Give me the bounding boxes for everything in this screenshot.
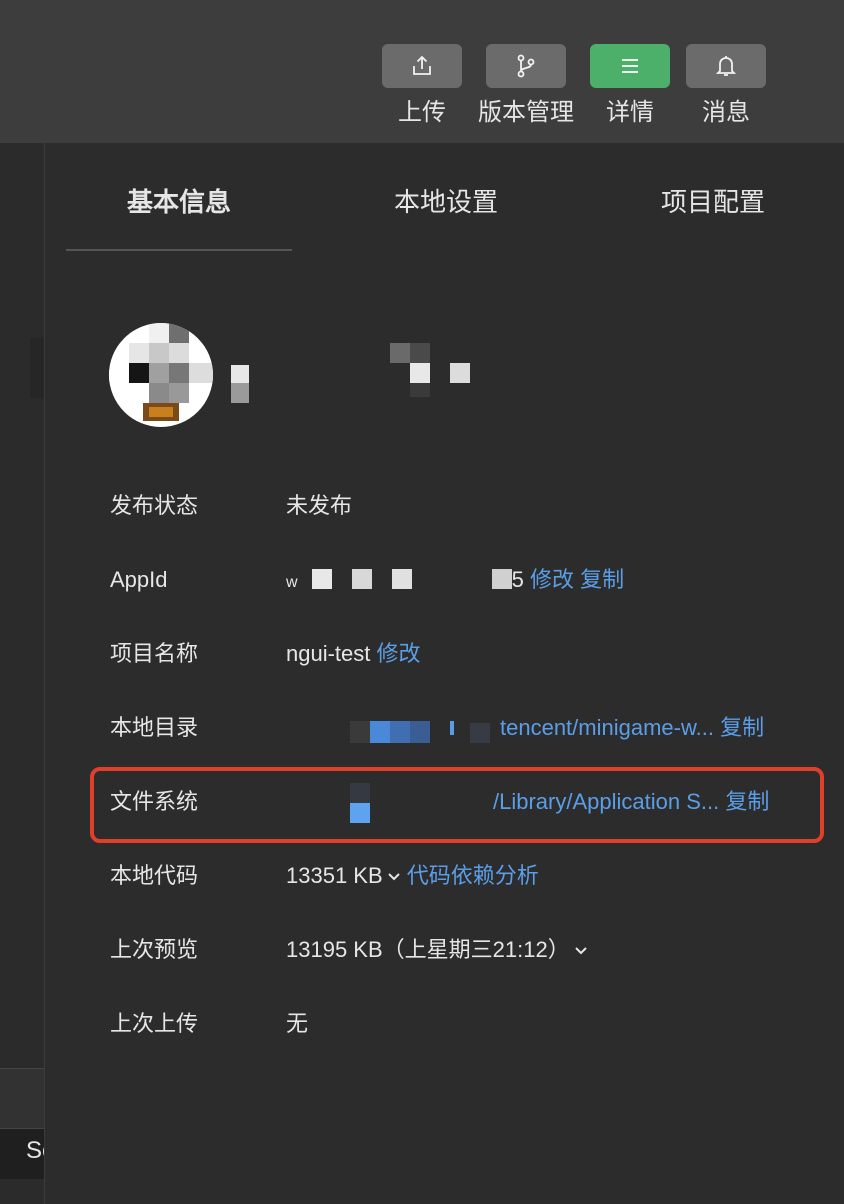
messages-button[interactable] <box>686 44 766 88</box>
truncated-side-text: Se <box>26 1137 44 1164</box>
appid-label: AppId <box>110 567 168 592</box>
version-control-button[interactable] <box>486 44 566 88</box>
last-preview-label: 上次预览 <box>110 937 199 962</box>
publish-status-label: 发布状态 <box>110 493 199 518</box>
local-dir-value: tencent/minigame-w... 复制 <box>500 713 764 743</box>
left-side-panel: Se <box>0 143 45 1204</box>
messages-label: 消息 <box>702 99 750 126</box>
tab-basic-info[interactable]: 基本信息 <box>127 185 231 219</box>
project-name-label: 项目名称 <box>110 641 199 666</box>
dependency-analysis-link[interactable]: 代码依赖分析 <box>407 863 539 888</box>
details-panel: 基本信息 本地设置 项目配置 发布状态 未发布 AppId w 5 修改 复制 … <box>45 143 844 1204</box>
side-band <box>0 1068 44 1129</box>
local-dir-path[interactable]: tencent/minigame-w... <box>500 715 714 740</box>
splitter-handle[interactable] <box>30 338 44 398</box>
top-toolbar: 上传 版本管理 详情 消息 <box>0 0 844 143</box>
appid-edit-link[interactable]: 修改 <box>530 567 574 592</box>
branch-icon <box>517 54 535 78</box>
local-code-label: 本地代码 <box>110 863 199 888</box>
local-code-value: 13351 KB 代码依赖分析 <box>286 861 539 891</box>
upload-icon <box>413 55 431 75</box>
last-upload-label: 上次上传 <box>110 1011 199 1036</box>
appid-redacted <box>298 569 512 591</box>
active-tab-indicator <box>66 249 292 251</box>
tab-local-settings[interactable]: 本地设置 <box>394 185 498 219</box>
publish-status-value: 未发布 <box>286 493 353 518</box>
appid-suffix: 5 <box>511 567 524 592</box>
highlight-annotation-box <box>90 767 824 843</box>
local-dir-copy-link[interactable]: 复制 <box>720 715 764 740</box>
upload-label: 上传 <box>398 99 446 126</box>
local-dir-label: 本地目录 <box>110 715 199 740</box>
tab-project-config[interactable]: 项目配置 <box>661 185 765 219</box>
version-control-label: 版本管理 <box>478 99 574 126</box>
project-name-text: ngui-test <box>286 641 371 666</box>
menu-icon <box>622 59 638 73</box>
appid-value: w 5 修改 复制 <box>286 565 624 598</box>
chevron-down-icon[interactable] <box>387 870 401 884</box>
bell-icon <box>715 56 737 76</box>
last-preview-text: 13195 KB（上星期三21:12） <box>286 937 570 962</box>
last-upload-value: 无 <box>286 1011 309 1036</box>
appid-copy-link[interactable]: 复制 <box>580 567 624 592</box>
local-code-size: 13351 KB <box>286 863 383 888</box>
upload-button[interactable] <box>382 44 462 88</box>
avatar <box>109 323 213 427</box>
project-name-value: ngui-test 修改 <box>286 639 421 669</box>
chevron-down-icon[interactable] <box>574 944 588 958</box>
appid-prefix: w <box>286 574 298 591</box>
details-button[interactable] <box>590 44 670 88</box>
last-preview-value: 13195 KB（上星期三21:12） <box>286 935 588 965</box>
project-name-edit-link[interactable]: 修改 <box>377 641 421 666</box>
